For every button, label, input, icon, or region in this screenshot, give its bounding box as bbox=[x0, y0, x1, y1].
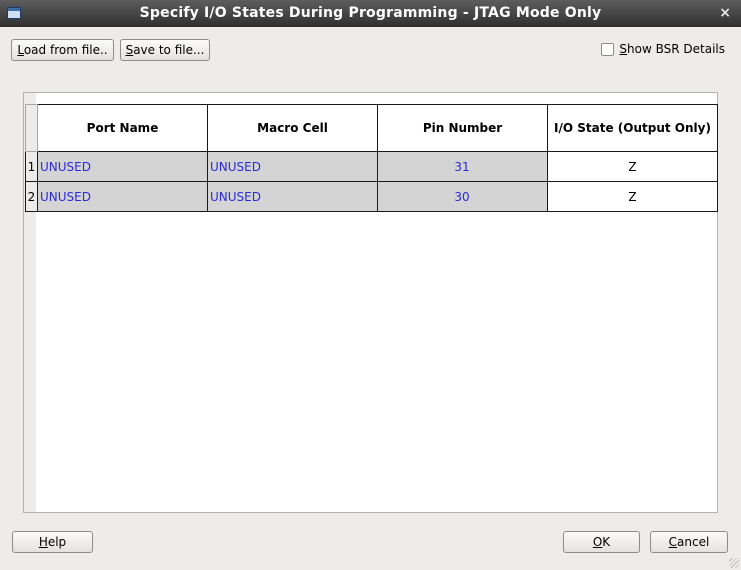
io-state-table-panel: Port Name Macro Cell Pin Number I/O Stat… bbox=[23, 92, 718, 513]
show-bsr-details-checkbox[interactable]: Show BSR Details bbox=[601, 42, 725, 56]
macro-cell-cell: UNUSED bbox=[207, 181, 378, 212]
load-from-file-button[interactable]: Load from file.. bbox=[11, 39, 114, 61]
window-title: Specify I/O States During Programming - … bbox=[139, 5, 602, 21]
pin-number-cell: 30 bbox=[377, 181, 548, 212]
io-state-cell[interactable]: Z bbox=[547, 181, 718, 212]
row-number[interactable]: 2 bbox=[25, 181, 38, 212]
cancel-button[interactable]: Cancel bbox=[650, 531, 728, 553]
table-row[interactable]: 2 UNUSED UNUSED 30 Z bbox=[25, 181, 718, 212]
port-name-cell: UNUSED bbox=[37, 181, 208, 212]
row-number[interactable]: 1 bbox=[25, 151, 38, 182]
column-header-pin-number[interactable]: Pin Number bbox=[377, 104, 548, 152]
column-header-macro-cell[interactable]: Macro Cell bbox=[207, 104, 378, 152]
io-state-table: Port Name Macro Cell Pin Number I/O Stat… bbox=[25, 104, 718, 212]
column-header-port-name[interactable]: Port Name bbox=[37, 104, 208, 152]
ok-button[interactable]: OK bbox=[563, 531, 640, 553]
macro-cell-cell: UNUSED bbox=[207, 151, 378, 182]
checkbox-box[interactable] bbox=[601, 42, 615, 56]
pin-number-cell: 31 bbox=[377, 151, 548, 182]
title-bar: Specify I/O States During Programming - … bbox=[0, 0, 741, 27]
table-row[interactable]: 1 UNUSED UNUSED 31 Z bbox=[25, 151, 718, 182]
column-header-io-state[interactable]: I/O State (Output Only) bbox=[547, 104, 718, 152]
help-button[interactable]: Help bbox=[12, 531, 93, 553]
save-to-file-button[interactable]: Save to file... bbox=[120, 39, 210, 61]
table-corner bbox=[25, 104, 38, 152]
show-bsr-details-label: Show BSR Details bbox=[619, 42, 725, 56]
port-name-cell: UNUSED bbox=[37, 151, 208, 182]
io-state-cell[interactable]: Z bbox=[547, 151, 718, 182]
table-header-row: Port Name Macro Cell Pin Number I/O Stat… bbox=[25, 104, 718, 152]
close-icon[interactable]: × bbox=[719, 5, 731, 21]
resize-grip[interactable] bbox=[729, 558, 739, 568]
